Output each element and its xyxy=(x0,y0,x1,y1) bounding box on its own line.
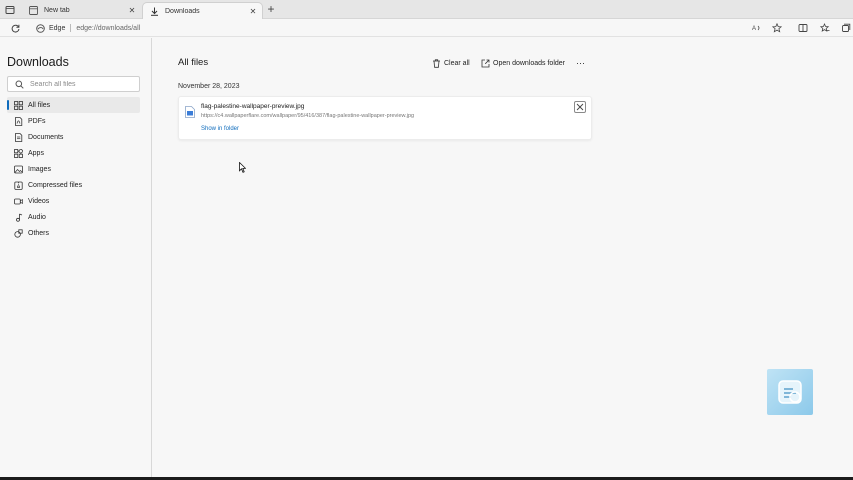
new-tab-button[interactable]: + xyxy=(265,3,277,16)
page-icon xyxy=(28,6,38,16)
clear-all-button[interactable]: Clear all xyxy=(432,57,470,69)
apps-icon xyxy=(13,148,23,158)
page-title: All files xyxy=(178,57,209,68)
archive-icon xyxy=(13,180,23,190)
open-downloads-folder-label: Open downloads folder xyxy=(493,59,565,67)
sidebar-item-label: Audio xyxy=(28,213,46,221)
search-box[interactable] xyxy=(7,76,140,92)
sidebar-item-label: Videos xyxy=(28,197,50,205)
browser-window: New tab ✕ Downloads ✕ + Edge edge://down… xyxy=(0,0,853,477)
sidebar: Downloads All files PDFs xyxy=(0,38,152,477)
date-group-header: November 28, 2023 xyxy=(178,83,240,90)
tab-title: Downloads xyxy=(165,7,200,15)
video-icon xyxy=(13,196,23,206)
search-input[interactable] xyxy=(30,80,130,88)
grid-icon xyxy=(13,100,23,110)
download-icon xyxy=(149,6,159,16)
close-icon xyxy=(576,103,584,111)
document-icon xyxy=(13,132,23,142)
sidebar-item-label: Compressed files xyxy=(28,181,83,189)
sidebar-title: Downloads xyxy=(7,55,69,69)
close-icon[interactable]: ✕ xyxy=(248,6,258,16)
sidebar-item-apps[interactable]: Apps xyxy=(7,145,140,161)
trash-icon xyxy=(432,58,441,68)
sidebar-item-images[interactable]: Images xyxy=(7,161,140,177)
sidebar-item-label: All files xyxy=(28,101,51,109)
tab-strip: New tab ✕ Downloads ✕ + xyxy=(0,0,853,19)
refresh-icon[interactable] xyxy=(9,22,21,34)
sidebar-item-label: Others xyxy=(28,229,50,237)
image-file-icon xyxy=(185,105,195,118)
sidebar-item-videos[interactable]: Videos xyxy=(7,193,140,209)
address-url[interactable]: edge://downloads/all xyxy=(76,25,140,32)
tab-downloads[interactable]: Downloads ✕ xyxy=(142,2,263,19)
search-icon xyxy=(14,79,24,89)
sidebar-item-compressed-files[interactable]: Compressed files xyxy=(7,177,140,193)
sidebar-item-label: Images xyxy=(28,165,51,173)
sidebar-item-documents[interactable]: Documents xyxy=(7,129,140,145)
pdf-icon xyxy=(13,116,23,126)
favorite-star-icon[interactable] xyxy=(771,22,783,34)
sidebar-item-audio[interactable]: Audio xyxy=(7,209,140,225)
open-external-icon xyxy=(481,59,490,68)
show-in-folder-link[interactable]: Show in folder xyxy=(201,126,239,132)
clear-all-label: Clear all xyxy=(444,59,470,67)
music-icon xyxy=(13,212,23,222)
edge-icon xyxy=(36,23,45,33)
sidebar-item-pdfs[interactable]: PDFs xyxy=(7,113,140,129)
collections-icon[interactable] xyxy=(840,22,852,34)
tab-actions-icon[interactable] xyxy=(4,4,16,15)
more-icon: ··· xyxy=(576,58,585,68)
close-icon[interactable]: ✕ xyxy=(127,6,137,16)
mouse-cursor-icon xyxy=(239,160,247,173)
address-brand: Edge xyxy=(49,24,66,32)
image-icon xyxy=(13,164,23,174)
file-url: https://c4.wallpaperflare.com/wallpaper/… xyxy=(201,113,415,119)
file-name[interactable]: flag-palestine-wallpaper-preview.jpg xyxy=(201,103,304,110)
favorites-icon[interactable] xyxy=(819,22,831,34)
tab-title: New tab xyxy=(44,7,70,14)
read-aloud-icon[interactable]: A xyxy=(751,22,763,34)
sidebar-item-label: PDFs xyxy=(28,117,46,125)
other-icon xyxy=(13,228,23,238)
sidebar-item-label: Documents xyxy=(28,133,64,141)
address-bar[interactable]: Edge edge://downloads/all xyxy=(36,21,736,35)
more-options-button[interactable]: ··· xyxy=(576,57,585,69)
watermark-logo-icon xyxy=(767,369,813,415)
toolbar: Edge edge://downloads/all A xyxy=(0,19,853,37)
sidebar-item-others[interactable]: Others xyxy=(7,225,140,241)
sidebar-item-label: Apps xyxy=(28,149,44,157)
address-divider xyxy=(70,24,72,32)
download-item-card[interactable]: flag-palestine-wallpaper-preview.jpg htt… xyxy=(178,96,592,140)
open-downloads-folder-button[interactable]: Open downloads folder xyxy=(481,57,565,69)
sidebar-item-all-files[interactable]: All files xyxy=(7,97,140,113)
svg-text:A: A xyxy=(752,26,756,32)
tab-new-tab[interactable]: New tab ✕ xyxy=(22,2,141,19)
split-screen-icon[interactable] xyxy=(797,22,809,34)
remove-download-button[interactable] xyxy=(574,101,586,113)
sidebar-nav: All files PDFs Documents Apps Images Com… xyxy=(7,97,140,241)
